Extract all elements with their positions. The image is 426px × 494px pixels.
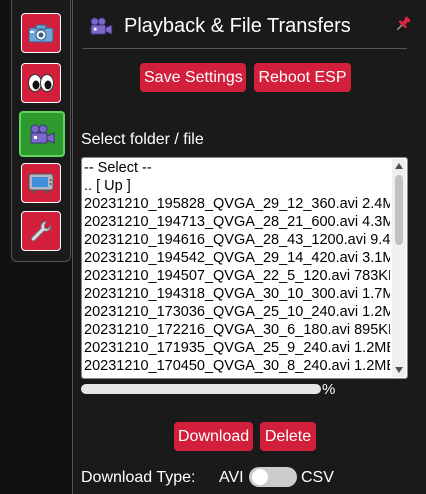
page-title: Playback & File Transfers [124,15,351,37]
list-item[interactable]: 20231210_171935_QVGA_25_9_240.avi 1.2MB [84,339,390,357]
list-item[interactable]: 20231210_195828_QVGA_29_12_360.avi 2.4MB [84,195,390,213]
eyes-icon [28,74,54,92]
list-item[interactable]: .. [ Up ] [84,177,390,195]
list-scrollbar[interactable] [392,159,406,377]
scroll-down-icon[interactable] [392,363,406,377]
wrench-icon [30,221,52,242]
file-select-label: Select folder / file [81,131,204,148]
download-type-label: Download Type: [81,469,196,486]
list-item[interactable]: 20231210_194542_QVGA_29_14_420.avi 3.1MB [84,249,390,267]
sidebar-item-tools[interactable] [21,211,61,251]
scroll-thumb[interactable] [395,175,403,245]
reboot-esp-button[interactable]: Reboot ESP [254,63,351,92]
file-list: -- Select --.. [ Up ] 20231210_195828_QVG… [84,159,390,375]
file-listbox[interactable]: -- Select --.. [ Up ] 20231210_195828_QVG… [81,157,408,379]
download-type-csv-label: CSV [301,469,334,486]
toggle-knob[interactable] [252,469,268,485]
video-camera-icon [30,124,55,144]
list-item[interactable]: 20231210_194616_QVGA_28_43_1200.avi 9.4M… [84,231,390,249]
download-button[interactable]: Download [174,422,253,451]
list-item[interactable]: 20231210_173036_QVGA_25_10_240.avi 1.2MB [84,303,390,321]
sidebar-item-motion[interactable] [21,63,61,103]
app-window: Playback & File Transfers Save Settings … [0,0,426,494]
title-divider [83,48,407,49]
camera-icon [28,24,54,43]
list-item[interactable]: 20231210_194507_QVGA_22_5_120.avi 783KB [84,267,390,285]
progress-percent-sign: % [322,381,336,398]
main-panel: Playback & File Transfers Save Settings … [72,0,426,494]
list-item[interactable]: 20231210_194713_QVGA_28_21_600.avi 4.3MB [84,213,390,231]
list-item[interactable]: 20231210_194318_QVGA_30_10_300.avi 1.7MB [84,285,390,303]
delete-button[interactable]: Delete [260,422,316,451]
sidebar-item-camera[interactable] [21,13,61,53]
list-item[interactable]: 20231210_170450_QVGA_30_8_240.avi 1.2MB [84,357,390,375]
list-item[interactable]: -- Select -- [84,159,390,177]
sidebar-item-display[interactable] [21,163,61,203]
sidebar-item-playback[interactable] [19,111,65,157]
save-settings-button[interactable]: Save Settings [140,63,246,92]
download-type-avi-label: AVI [219,469,244,486]
transfer-progress-bar [81,384,321,394]
list-item[interactable]: 20231210_172216_QVGA_30_6_180.avi 895KB [84,321,390,339]
monitor-icon [28,173,54,193]
sidebar [11,0,71,262]
download-type-toggle[interactable] [249,467,297,487]
scroll-up-icon[interactable] [392,159,406,173]
pushpin-icon[interactable] [394,15,412,38]
video-camera-icon [89,17,113,40]
